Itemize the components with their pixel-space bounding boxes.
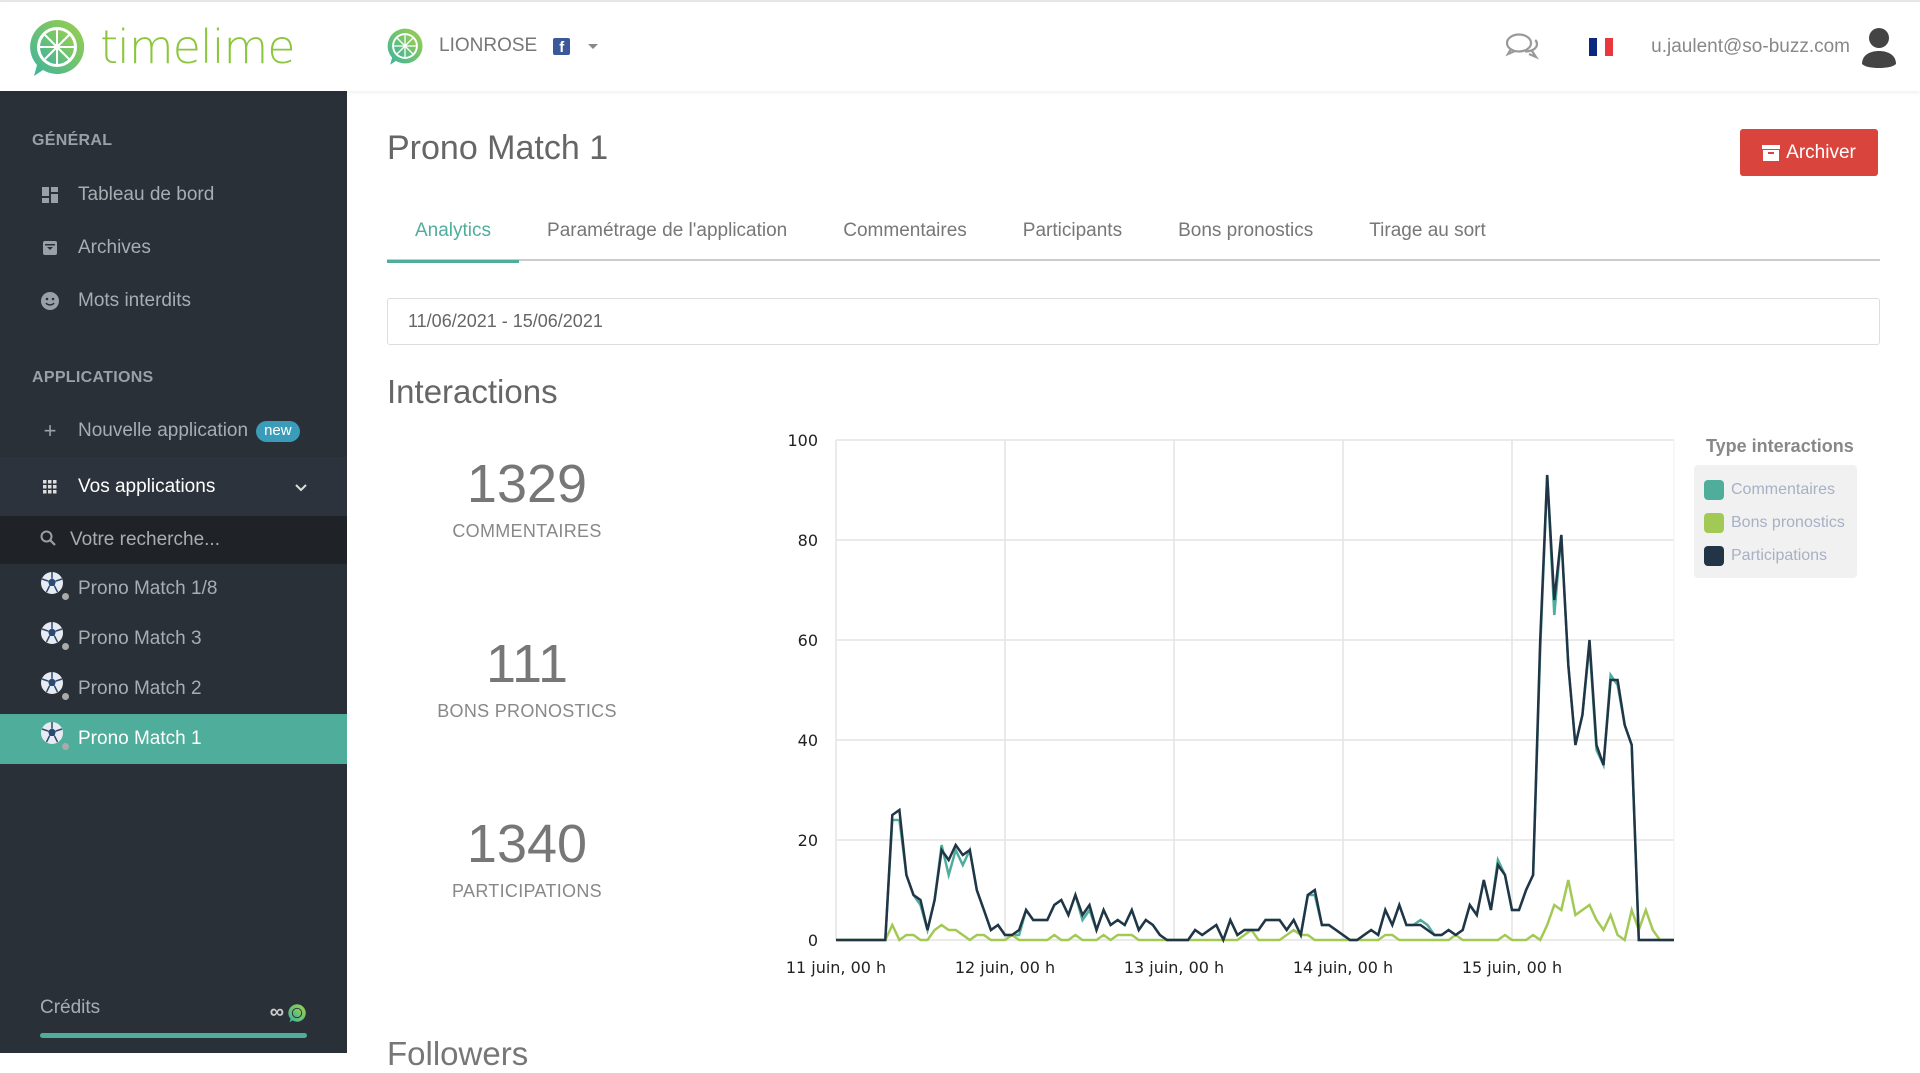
legend-title: Type interactions [1706,436,1854,456]
app-item-label: Prono Match 1/8 [78,578,218,599]
app-item-label: Prono Match 1 [78,728,202,749]
sidebar-item-label: Nouvelle application [78,420,249,441]
user-avatar-icon[interactable] [1860,26,1898,68]
app-search [0,516,347,564]
sidebar-item-label: Tableau de bord [78,184,215,205]
lime-logo-icon [30,19,85,76]
credits-label: Crédits [40,997,101,1018]
credits-value: ∞ [270,1001,307,1024]
main-content: Prono Match 1 Archiver Analytics Paramét… [347,91,1920,1072]
plus-icon: + [43,418,57,443]
sidebar-section-general: GÉNÉRAL [32,132,113,149]
dashboard-icon [36,187,64,203]
sidebar-item-label: Archives [78,237,151,258]
legend-label: Commentaires [1731,480,1836,498]
soccer-ball-icon [40,571,69,600]
y-tick-label: 40 [798,731,818,750]
app-search-input[interactable] [70,529,320,551]
legend-box: Commentaires Bons pronostics Participation… [1694,465,1857,578]
app-item-label: Prono Match 3 [78,628,202,649]
x-tick-label: 11 juin, 00 h [786,958,886,977]
followers-title: Followers [387,1035,529,1072]
search-icon [40,530,56,551]
series-line-commentaires [836,474,1674,944]
legend-swatch [1704,479,1724,500]
sidebar-item-dashboard[interactable]: Tableau de bord [0,170,347,220]
lime-coin-icon [288,1003,306,1022]
interactions-line-chart: 0 20 40 60 80 100 11 juin, 00 h 12 juin, 00 h 13… [786,431,1675,977]
credits-progress-bar [40,1033,307,1038]
sidebar-app-item[interactable]: Prono Match 3 [0,614,347,664]
sidebar-item-archives[interactable]: Archives [0,223,347,273]
y-tick-label: 100 [787,431,818,450]
sidebar-item-your-applications[interactable]: Vos applications [0,457,347,516]
archive-icon [36,240,64,256]
timelime-logo[interactable]: timelime [26,16,296,78]
x-tick-label: 15 juin, 00 h [1462,958,1562,977]
legend-label: Participations [1731,546,1828,564]
sidebar-item-new-application[interactable]: + Nouvelle application new [0,406,347,456]
legend-item[interactable]: Participations [1704,539,1845,572]
grid-icon [36,479,64,494]
x-tick-label: 14 juin, 00 h [1293,958,1393,977]
chevron-down-icon[interactable] [295,479,307,495]
account-avatar-icon [387,28,423,65]
top-header: timelime LIONROSE f u.jaulent@so-buzz.co… [0,2,1920,91]
sidebar-item-label: Vos applications [78,475,216,497]
legend-swatch [1704,545,1724,566]
y-tick-label: 0 [808,931,818,950]
new-badge: new [256,420,300,442]
facebook-icon: f [553,37,571,56]
flag-red-band [1605,38,1614,56]
credits-progress-fill [40,1033,307,1038]
infinity-value: ∞ [269,1001,284,1023]
series-line-participations [836,474,1674,944]
legend-item[interactable]: Bons pronostics [1704,506,1845,539]
sidebar-app-item[interactable]: Prono Match 1/8 [0,564,347,614]
flag-blue-band [1589,38,1598,56]
chart-legend: Type interactions Commentaires Bons prono… [1694,436,1857,578]
sidebar-app-item-active[interactable]: Prono Match 1 [0,714,347,764]
y-tick-label: 60 [798,631,818,650]
legend-swatch [1704,512,1724,533]
legend-label: Bons pronostics [1731,513,1845,531]
sidebar-section-applications: APPLICATIONS [32,369,154,386]
user-email[interactable]: u.jaulent@so-buzz.com [1651,36,1850,58]
account-name: LIONROSE [439,35,538,56]
language-flag-fr[interactable] [1589,38,1614,56]
sidebar-app-item[interactable]: Prono Match 2 [0,664,347,714]
flag-white-band [1597,38,1606,56]
x-tick-label: 12 juin, 00 h [955,958,1055,977]
sidebar-item-forbidden-words[interactable]: Mots interdits [0,276,347,326]
y-tick-label: 20 [798,831,818,850]
soccer-ball-icon [40,721,69,750]
app-item-label: Prono Match 2 [78,678,202,699]
soccer-ball-icon [40,671,69,700]
smiley-icon [36,292,64,310]
y-tick-label: 80 [798,531,818,550]
account-switcher[interactable]: LIONROSE f [385,26,599,66]
legend-item[interactable]: Commentaires [1704,473,1845,506]
sidebar: GÉNÉRAL Tableau de bord Archives Mots in… [0,91,347,1053]
caret-down-icon[interactable] [588,43,599,49]
credits-panel: Crédits ∞ [40,997,307,1038]
sidebar-item-label: Mots interdits [78,290,191,311]
x-tick-label: 13 juin, 00 h [1124,958,1224,977]
logo-text: timelime [100,20,296,74]
chat-bubbles-icon[interactable] [1505,32,1541,62]
soccer-ball-icon [40,621,69,650]
